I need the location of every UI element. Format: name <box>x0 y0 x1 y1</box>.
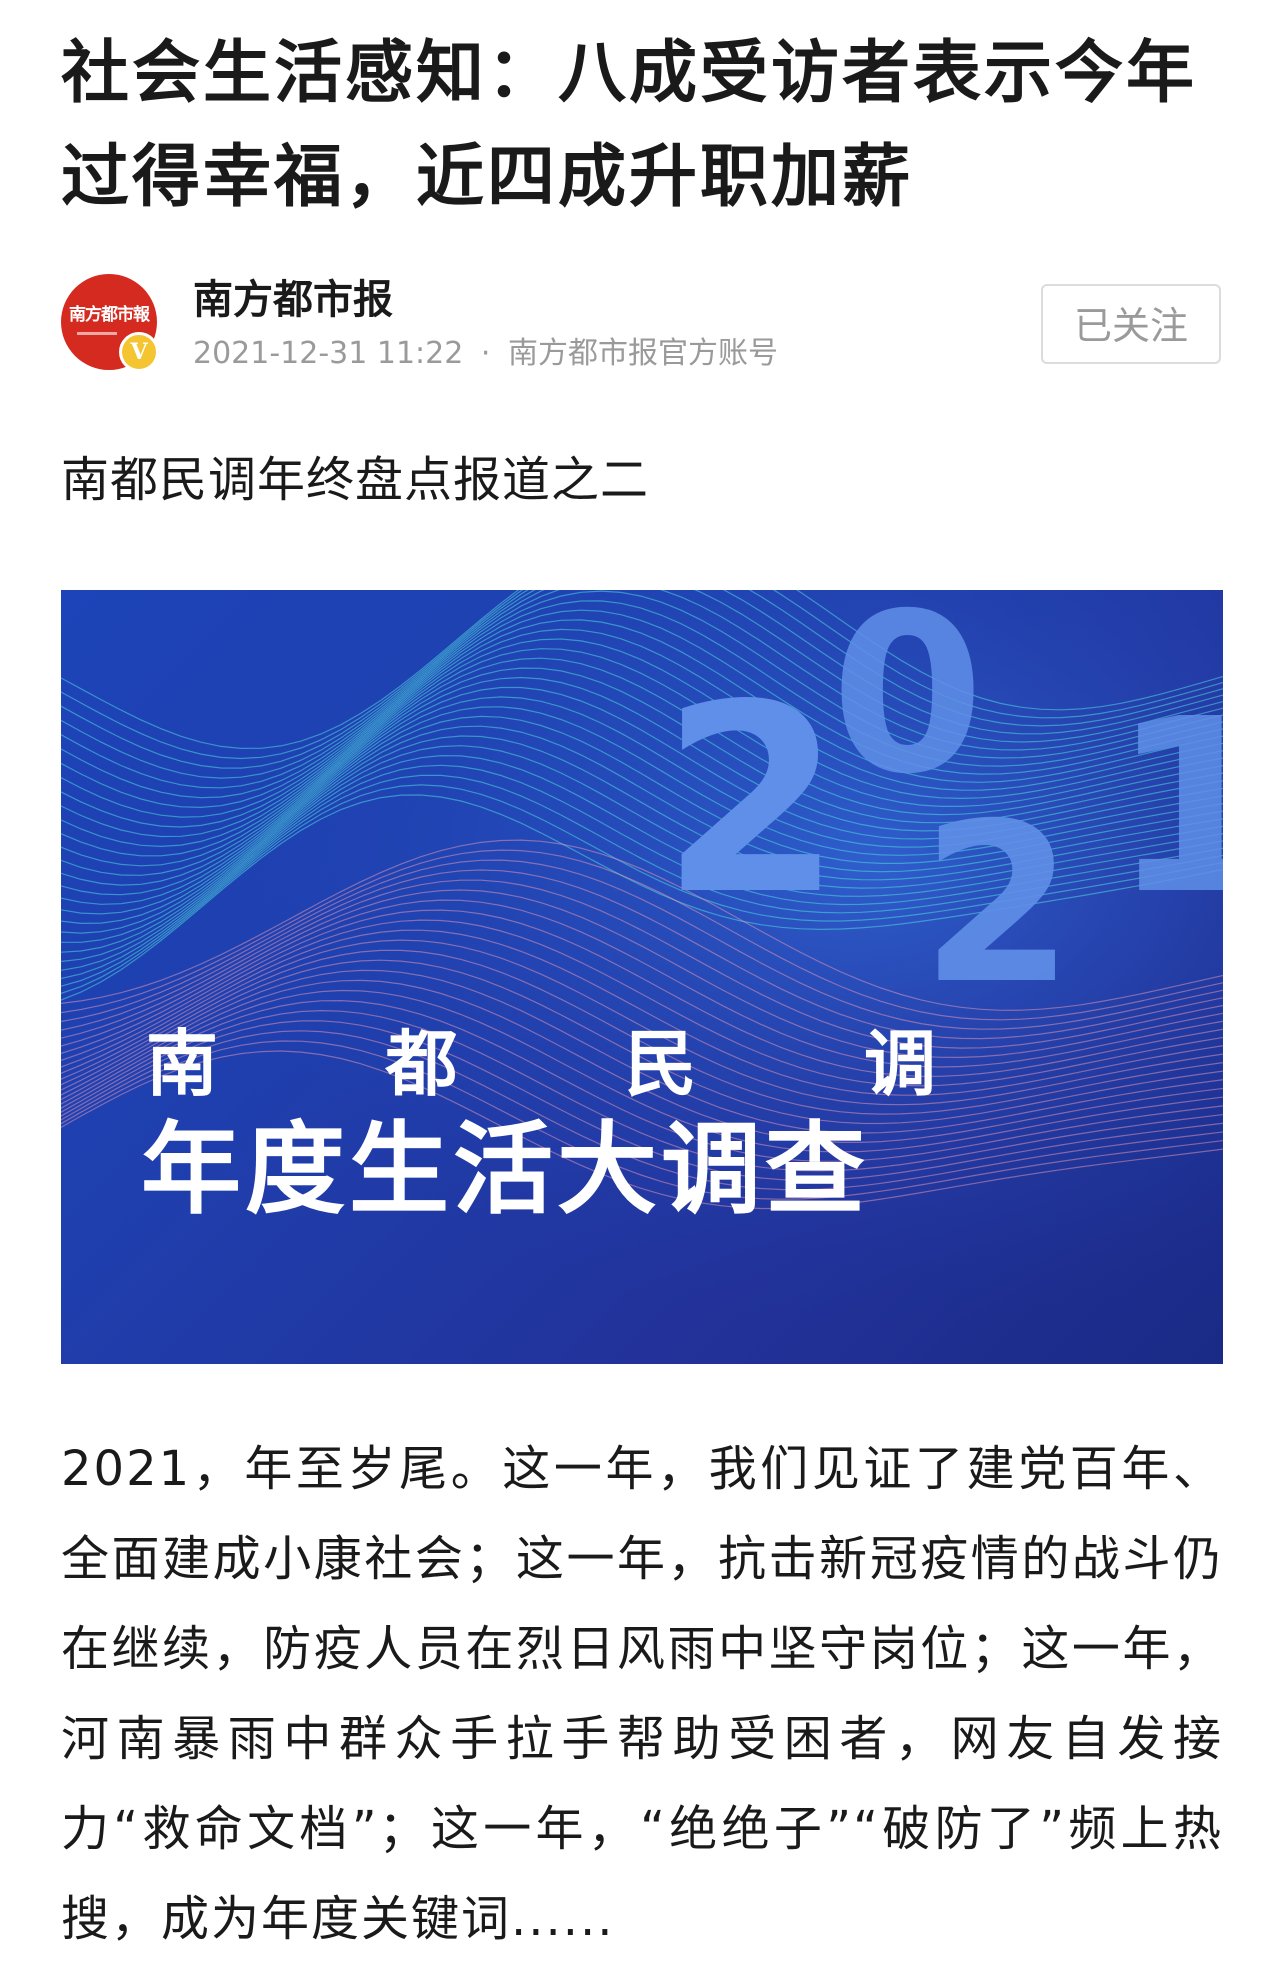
account-type: 南方都市报官方账号 <box>507 336 778 371</box>
banner-headline: 年度生活大调查 <box>141 1111 869 1228</box>
article-title: 社会生活感知：八成受访者表示今年过得幸福，近四成升职加薪 <box>61 34 1198 217</box>
banner-char: 调 <box>863 1022 936 1106</box>
banner-char: 南 <box>146 1022 219 1106</box>
article-subtitle: 南都民调年终盘点报道之二 <box>61 452 650 508</box>
banner-char: 都 <box>385 1022 458 1106</box>
avatar[interactable]: 南方都市報 V <box>61 274 159 372</box>
meta-separator: · <box>480 336 491 371</box>
follow-button[interactable]: 已关注 <box>1041 284 1221 364</box>
author-name[interactable]: 南方都市报 <box>193 276 393 324</box>
post-meta: 2021-12-31 11:22 · 南方都市报官方账号 <box>193 334 778 374</box>
year-digit: 1 <box>1111 667 1223 947</box>
banner-graphics: 2 0 2 1 <box>61 590 1223 1364</box>
avatar-logo-underline <box>77 332 117 335</box>
banner-char: 民 <box>624 1022 697 1106</box>
banner-line1: 南 都 民 调 <box>146 1020 936 1108</box>
banner-image: 2 0 2 1 南 都 民 调 年度生活大调查 <box>61 590 1223 1364</box>
post-datetime: 2021-12-31 11:22 <box>193 336 464 371</box>
verified-badge-icon: V <box>119 332 159 372</box>
year-digit: 2 <box>921 776 1074 1032</box>
article-body: 2021，年至岁尾。这一年，我们见证了建党百年、全面建成小康社会；这一年，抗击新… <box>61 1441 1223 1947</box>
avatar-logo: 南方都市報 <box>69 305 150 325</box>
year-digit: 2 <box>661 650 842 952</box>
author-bar: 南方都市報 V 南方都市报 2021-12-31 11:22 · 南方都市报官方… <box>61 270 1223 380</box>
